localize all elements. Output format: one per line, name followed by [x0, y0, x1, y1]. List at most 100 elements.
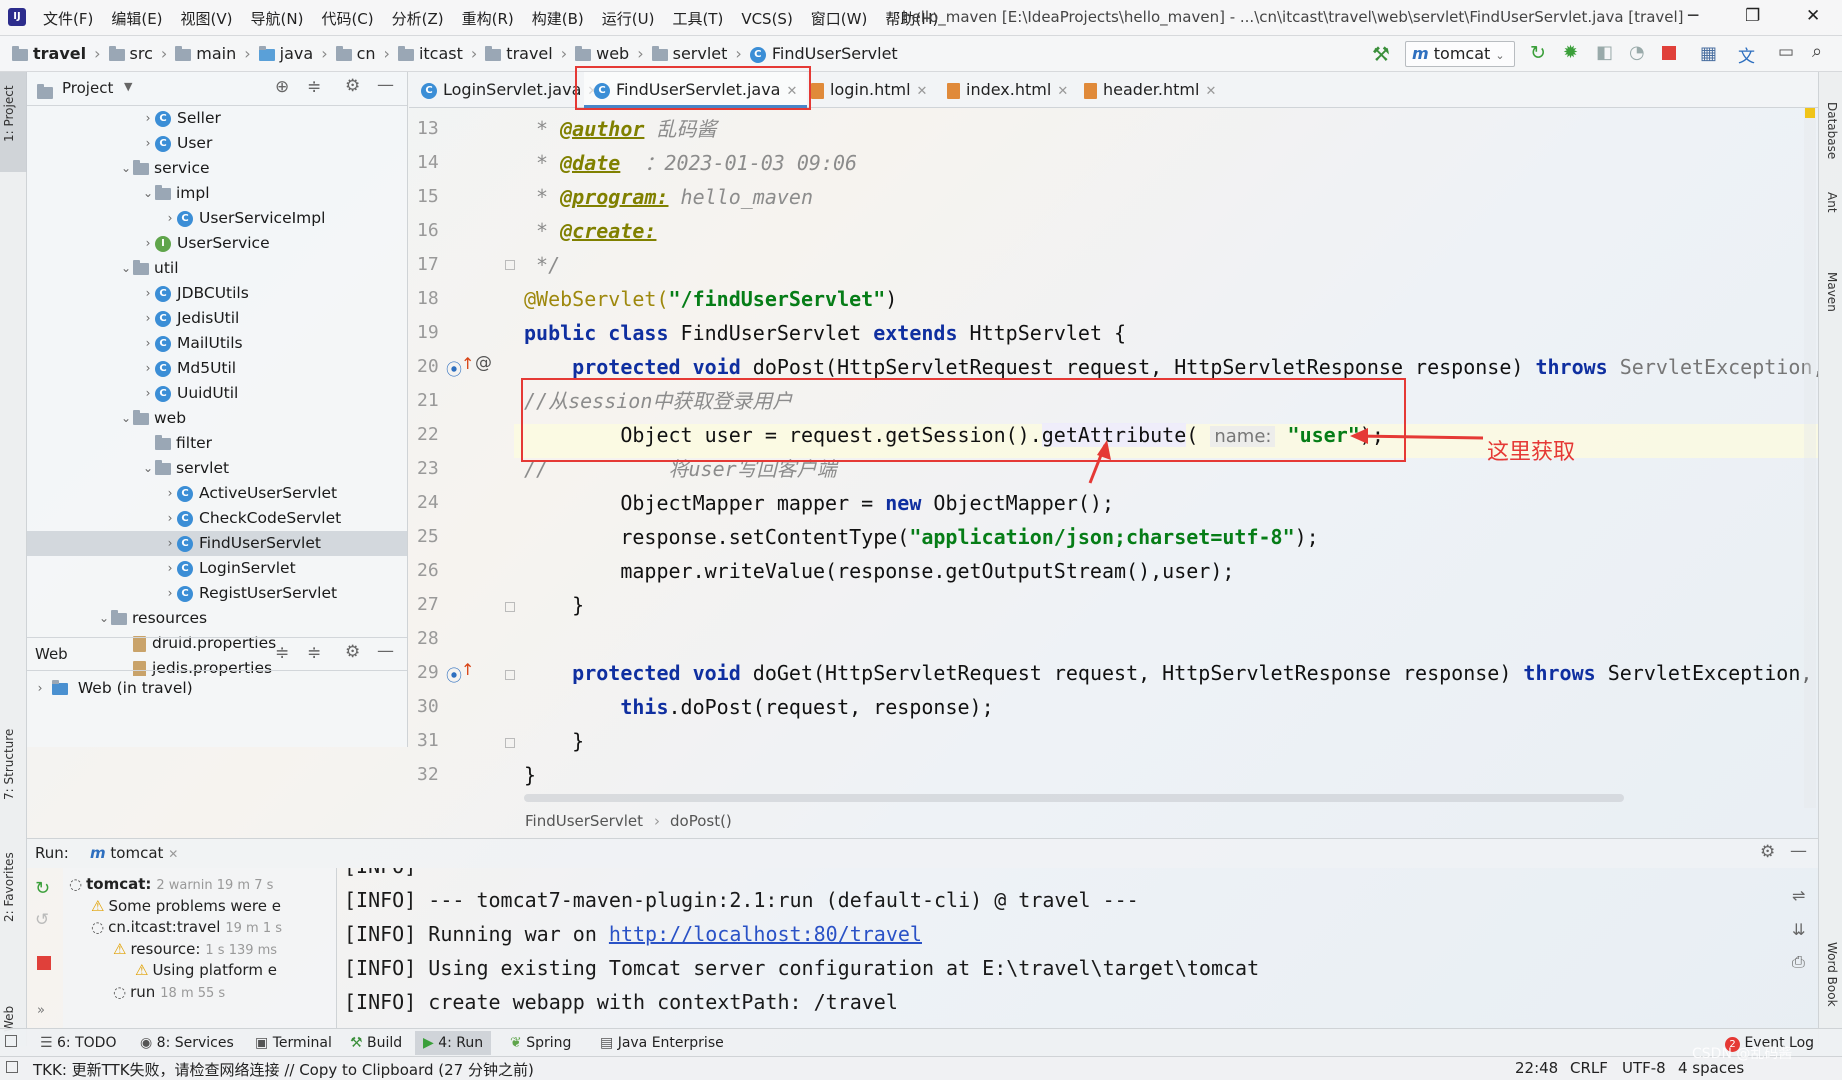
scroll-to-end-icon[interactable]: ⇊: [1792, 920, 1805, 939]
close-tab-icon[interactable]: ✕: [917, 84, 928, 99]
chevron-down-icon[interactable]: ⌄: [119, 156, 133, 181]
tree-item-web[interactable]: ⌄ web: [119, 406, 186, 431]
crumb-class[interactable]: FindUserServlet: [525, 812, 643, 830]
run-tool-button[interactable]: ▶ 4: Run: [415, 1031, 492, 1055]
stop-icon[interactable]: [1662, 46, 1676, 60]
breadcrumb-web[interactable]: web ›: [575, 44, 644, 63]
tree-item-mailutils[interactable]: › C MailUtils: [141, 331, 243, 356]
build-tool-button[interactable]: ⚒ Build: [350, 1035, 402, 1051]
rerun-failed-icon[interactable]: ↺: [35, 910, 49, 930]
wordbook-tool-tab[interactable]: Word Book: [1825, 942, 1839, 1007]
run-config-selector[interactable]: m tomcat ⌄: [1405, 41, 1515, 67]
project-tool-tab[interactable]: 1: Project: [0, 72, 27, 172]
collapse-all-icon[interactable]: ≑: [307, 77, 321, 97]
chevron-right-icon[interactable]: ›: [141, 381, 155, 406]
chevron-right-icon[interactable]: ›: [141, 131, 155, 156]
tree-item-service[interactable]: ⌄ service: [119, 156, 210, 181]
menu-code[interactable]: 代码(C): [321, 8, 373, 29]
breadcrumb-servlet[interactable]: servlet ›: [651, 44, 742, 63]
tree-item-filter[interactable]: filter: [141, 431, 212, 456]
chevron-right-icon[interactable]: ›: [163, 506, 177, 531]
project-structure-icon[interactable]: ▦: [1700, 43, 1717, 64]
more-icon[interactable]: »: [37, 1003, 45, 1018]
collapse-all-icon[interactable]: ≑: [307, 643, 321, 663]
ant-tool-tab[interactable]: Ant: [1825, 192, 1839, 213]
status-message[interactable]: TKK: 更新TTK失败，请检查网络连接 // Copy to Clipboar…: [33, 1059, 534, 1080]
tab-index-html[interactable]: index.html ✕: [947, 72, 1068, 108]
menu-window[interactable]: 窗口(W): [811, 8, 868, 29]
breadcrumb-java[interactable]: java ›: [258, 44, 328, 63]
tree-item-resources[interactable]: ⌄ resources: [97, 606, 207, 631]
menu-tools[interactable]: 工具(T): [672, 8, 723, 29]
tab-loginservlet[interactable]: CLoginServlet.java✕: [421, 72, 598, 108]
close-window-button[interactable]: ✕: [1806, 6, 1820, 26]
override-up-arrow-icon[interactable]: ↑: [461, 354, 474, 373]
close-tab-icon[interactable]: ✕: [168, 847, 178, 861]
maximize-button[interactable]: ❐: [1745, 6, 1760, 26]
tree-item-user[interactable]: › C User: [141, 131, 213, 156]
status-toggle-icon[interactable]: [6, 1061, 18, 1073]
gear-icon[interactable]: ⚙: [345, 642, 360, 662]
project-view-selector[interactable]: Project: [62, 79, 113, 97]
search-icon[interactable]: ⌕: [1812, 41, 1822, 62]
horizontal-scrollbar[interactable]: [524, 794, 1624, 802]
breadcrumb-finduserservlet[interactable]: C FindUserServlet: [749, 44, 898, 63]
menu-view[interactable]: 视图(V): [181, 8, 233, 29]
hide-panel-icon[interactable]: —: [377, 75, 394, 95]
caret-position[interactable]: 22:48: [1515, 1059, 1558, 1077]
tree-item-util[interactable]: ⌄ util: [119, 256, 179, 281]
warning-marker-icon[interactable]: [1805, 108, 1815, 118]
debug-icon[interactable]: ✹: [1563, 42, 1578, 63]
tree-item-activeuserservlet[interactable]: › C ActiveUserServlet: [163, 481, 338, 506]
print-icon[interactable]: ⎙: [1792, 952, 1805, 972]
tree-item-servlet[interactable]: ⌄ servlet: [141, 456, 229, 481]
menu-file[interactable]: 文件(F): [43, 8, 93, 29]
breadcrumb-src[interactable]: src ›: [108, 44, 167, 63]
todo-tool-button[interactable]: ☰ 6: TODO: [40, 1035, 116, 1051]
tab-login-html[interactable]: login.html ✕: [811, 72, 927, 108]
breadcrumb-cn[interactable]: cn ›: [335, 44, 390, 63]
run-tree-item[interactable]: ◌ run 18 m 55 s: [113, 980, 225, 1005]
console-output[interactable]: [INFO] [INFO] --- tomcat7-maven-plugin:2…: [340, 868, 1818, 1028]
tree-item-impl[interactable]: ⌄ impl: [141, 181, 210, 206]
console-link[interactable]: http://localhost:80/travel: [609, 922, 922, 946]
rerun-icon[interactable]: ↻: [35, 878, 50, 899]
gear-icon[interactable]: ⚙: [345, 76, 360, 96]
chevron-down-icon[interactable]: ⌄: [141, 456, 155, 481]
expand-all-icon[interactable]: ≑: [275, 643, 289, 663]
breadcrumb-travel[interactable]: travel ›: [12, 44, 101, 63]
implements-marker-icon[interactable]: ⦿: [446, 356, 462, 380]
toggle-tool-windows-icon[interactable]: [0, 1029, 22, 1057]
menu-edit[interactable]: 编辑(E): [111, 8, 162, 29]
line-separator[interactable]: CRLF: [1570, 1059, 1608, 1077]
tree-item-jdbcutils[interactable]: › C JDBCUtils: [141, 281, 249, 306]
chevron-right-icon[interactable]: ›: [141, 356, 155, 381]
chevron-down-icon[interactable]: ⌄: [141, 181, 155, 206]
chevron-right-icon[interactable]: ›: [163, 581, 177, 606]
tree-item-loginservlet[interactable]: › C LoginServlet: [163, 556, 296, 581]
services-tool-button[interactable]: ◉ 8: Services: [140, 1035, 234, 1051]
menu-vcs[interactable]: VCS(S): [741, 10, 792, 28]
chevron-right-icon[interactable]: ›: [163, 556, 177, 581]
menu-navigate[interactable]: 导航(N): [251, 8, 304, 29]
spring-tool-button[interactable]: ❦ Spring: [510, 1035, 571, 1051]
build-hammer-icon[interactable]: ⚒: [1372, 42, 1390, 66]
profile-icon[interactable]: ◔: [1629, 42, 1645, 63]
tree-item-registuserservlet[interactable]: › C RegistUserServlet: [163, 581, 337, 606]
tree-item-seller[interactable]: › C Seller: [141, 106, 221, 131]
menu-run[interactable]: 运行(U): [602, 8, 655, 29]
close-tab-icon[interactable]: ✕: [1205, 84, 1216, 99]
hide-panel-icon[interactable]: —: [377, 641, 394, 661]
gear-icon[interactable]: ⚙: [1760, 842, 1775, 862]
chevron-right-icon[interactable]: ›: [163, 206, 177, 231]
close-tab-icon[interactable]: ✕: [1057, 84, 1068, 99]
tree-item-userservice[interactable]: › I UserService: [141, 231, 270, 256]
implements-marker-icon[interactable]: ⦿: [446, 662, 462, 686]
run-tab-tomcat[interactable]: m tomcat ✕: [90, 844, 178, 862]
tree-item-userserviceimpl[interactable]: › C UserServiceImpl: [163, 206, 326, 231]
coverage-icon[interactable]: ◧: [1596, 42, 1613, 63]
maven-tool-tab[interactable]: Maven: [1825, 272, 1839, 312]
chevron-right-icon[interactable]: ›: [141, 331, 155, 356]
editor-scrollbar[interactable]: [1804, 108, 1816, 808]
chevron-down-icon[interactable]: ⌄: [119, 406, 133, 431]
